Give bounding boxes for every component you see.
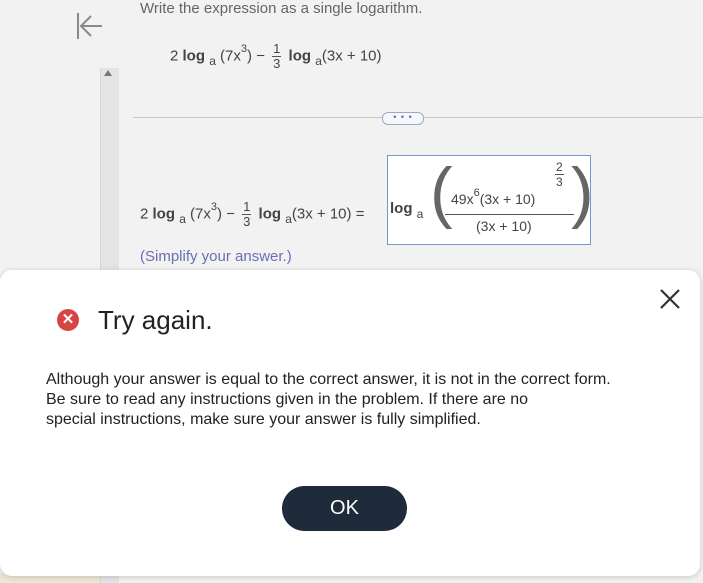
answer-log-base: a [416,207,424,221]
arg1-exponent: 3 [240,43,248,56]
answer-numerator: 49x6(3x + 10) [451,187,536,207]
log-label: log [182,47,206,65]
answer-log-label: log [390,200,413,217]
exp-den: 3 [556,175,563,189]
collapse-panel-icon[interactable] [74,10,106,42]
minus-sign: − [256,47,265,65]
arg1-open: (7x [190,205,211,223]
original-expression: 2 log a (7x3) − 13 log a(3x + 10) [170,42,382,71]
fraction-one-third: 13 [272,41,282,71]
equals-sign: = [355,205,365,223]
dialog-title: Try again. [98,305,213,335]
arg2: (3x + 10) [321,47,382,65]
arg1-close: ) [247,47,253,65]
arg1-close: ) [217,205,223,223]
minus-sign: − [226,205,235,223]
log-base: a [209,54,216,69]
scroll-up-arrow-icon[interactable] [104,70,112,76]
answer-fraction: 49x6(3x + 10) 23 (3x + 10) [441,160,578,241]
frac-num: 1 [272,41,282,57]
log-label-2: log [258,205,282,223]
expand-button[interactable]: • • • [382,112,424,125]
arg1-open: (7x [220,47,241,65]
message-line-2: Be sure to read any instructions given i… [46,391,529,408]
log-base-2: a [315,54,322,69]
inner-exponent-fraction: 23 [552,160,567,189]
simplify-hint: (Simplify your answer.) [140,248,292,265]
numerator-rest: (3x + 10) [479,191,536,207]
log-label: log [152,205,176,223]
coefficient: 2 [170,47,179,65]
log-label-2: log [288,47,312,65]
message-line-1: Although your answer is equal to the cor… [46,371,611,388]
dialog-message: Although your answer is equal to the cor… [46,370,646,430]
fraction-one-third: 13 [242,199,252,229]
message-line-3: special instructions, make sure your ans… [46,411,481,428]
coefficient: 2 [140,205,149,223]
log-base-2: a [285,212,292,227]
exp-two-thirds: 23 [555,160,564,189]
fraction-bar [445,214,574,215]
arg2: (3x + 10) [291,205,352,223]
numerator-exponent: 6 [473,187,480,199]
frac-den: 3 [243,214,251,229]
error-icon: ✕ [57,309,79,331]
close-icon[interactable] [658,287,682,311]
answer-denominator: (3x + 10) [476,218,532,234]
frac-num: 1 [242,199,252,215]
equation-left-side: 2 log a (7x3) − 13 log a(3x + 10) = [140,200,364,229]
answer-log: log a [390,200,423,221]
arg1-exponent: 3 [210,201,218,214]
question-prompt: Write the expression as a single logarit… [140,0,423,17]
exp-num: 2 [555,160,564,175]
numerator-main: 49x [451,191,474,207]
frac-den: 3 [273,56,281,71]
ok-button[interactable]: OK [282,486,407,531]
log-base: a [179,212,186,227]
